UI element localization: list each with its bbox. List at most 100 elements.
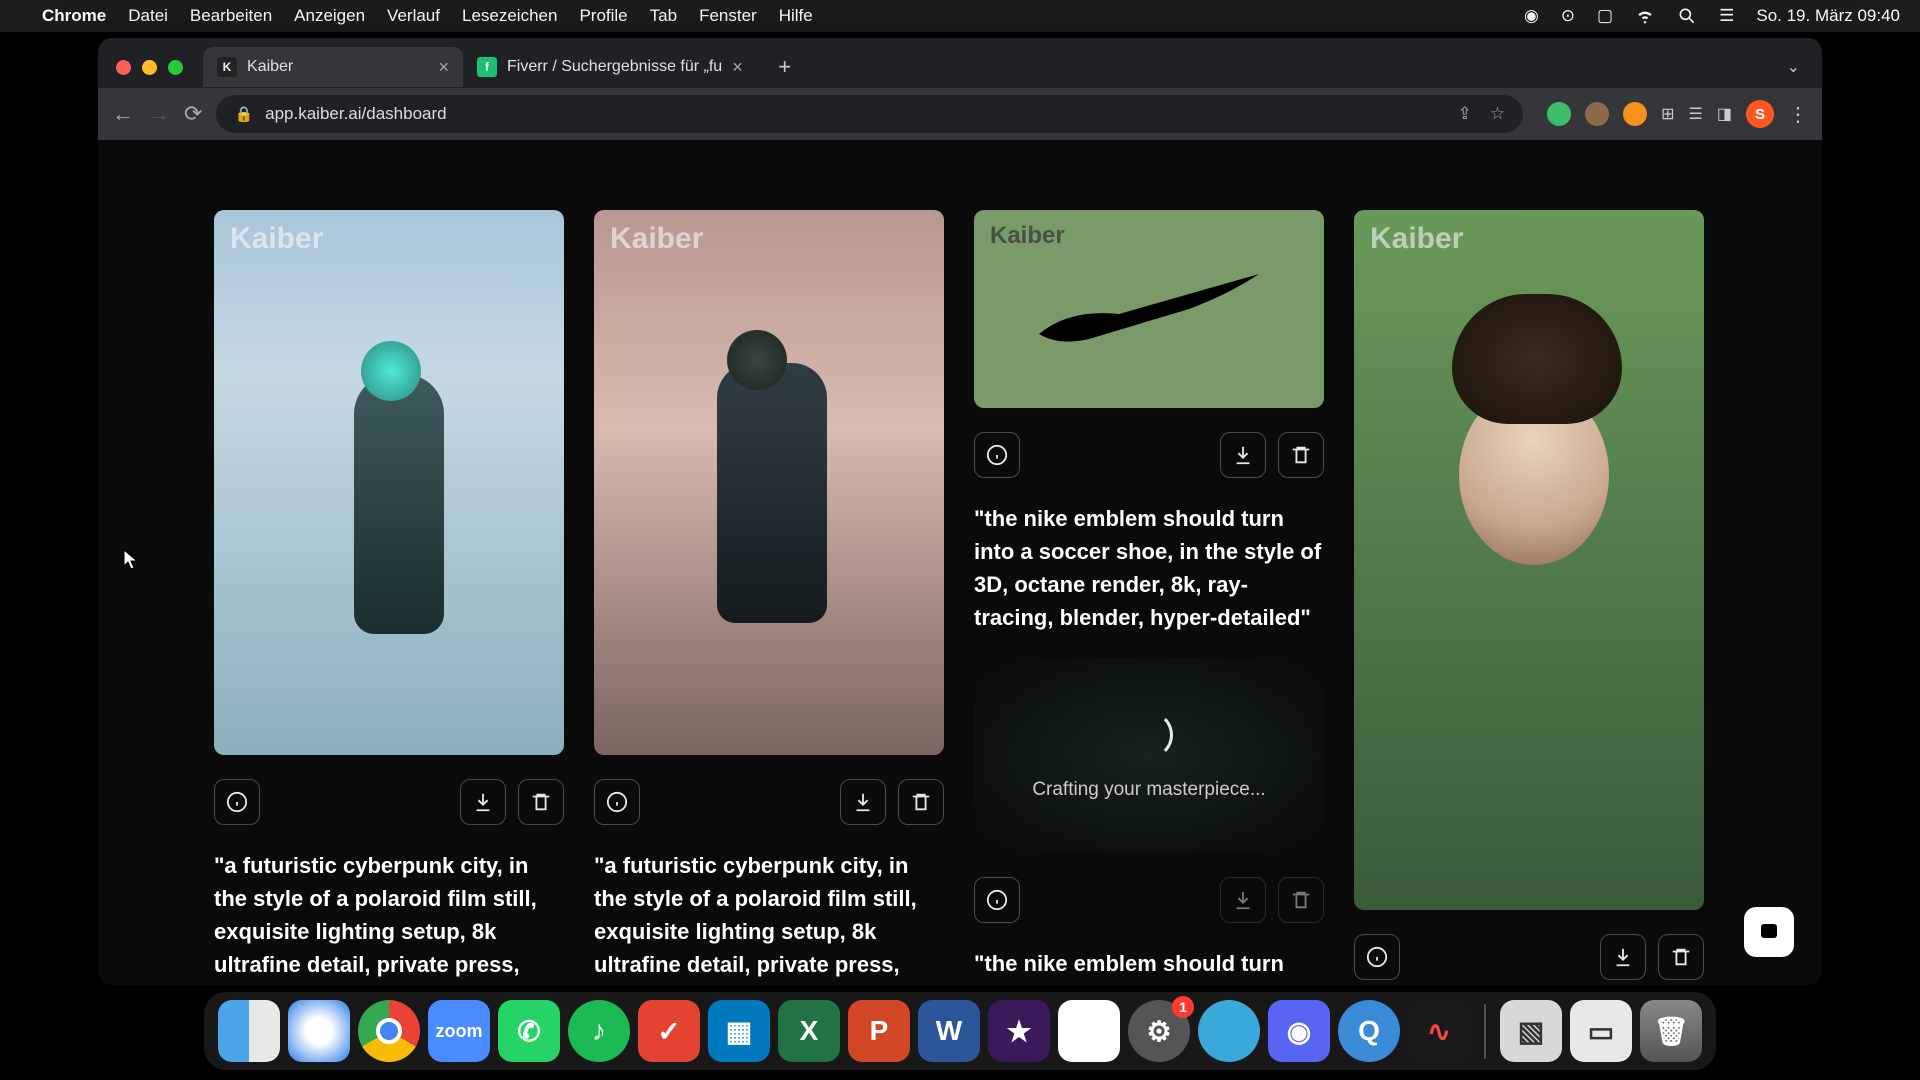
dock-system-settings[interactable]: ⚙1 bbox=[1128, 1000, 1190, 1062]
loading-text: Crafting your masterpiece... bbox=[1032, 779, 1265, 801]
dock-discord[interactable]: ◉ bbox=[1268, 1000, 1330, 1062]
dock-todoist[interactable]: ✓ bbox=[638, 1000, 700, 1062]
dock-whatsapp[interactable]: ✆ bbox=[498, 1000, 560, 1062]
dock-imovie[interactable]: ★ bbox=[988, 1000, 1050, 1062]
dock-finder[interactable] bbox=[218, 1000, 280, 1062]
dock-excel[interactable]: X bbox=[778, 1000, 840, 1062]
menu-verlauf[interactable]: Verlauf bbox=[387, 6, 440, 26]
video-thumbnail[interactable]: Kaiber bbox=[594, 210, 944, 755]
dock-separator bbox=[1484, 1004, 1486, 1059]
bookmark-icon[interactable]: ☆ bbox=[1490, 104, 1505, 124]
delete-button[interactable] bbox=[1278, 877, 1324, 923]
dock-trash[interactable]: 🗑 bbox=[1640, 1000, 1702, 1062]
menu-datei[interactable]: Datei bbox=[128, 6, 168, 26]
tab-kaiber[interactable]: K Kaiber × bbox=[203, 47, 463, 87]
back-button[interactable]: ← bbox=[112, 101, 134, 127]
loading-card: Crafting your masterpiece... bbox=[974, 658, 1324, 853]
card-actions bbox=[1354, 934, 1704, 980]
dock-google-drive[interactable]: ▲ bbox=[1058, 1000, 1120, 1062]
new-tab-button[interactable]: + bbox=[769, 54, 801, 80]
spinner-icon bbox=[1125, 711, 1173, 759]
extension-icon[interactable] bbox=[1547, 102, 1571, 126]
dock-quicktime[interactable]: Q bbox=[1338, 1000, 1400, 1062]
delete-button[interactable] bbox=[898, 779, 944, 825]
record-icon[interactable]: ◉ bbox=[1524, 6, 1539, 26]
extension-icon[interactable] bbox=[1585, 102, 1609, 126]
menu-bearbeiten[interactable]: Bearbeiten bbox=[190, 6, 272, 26]
url-text: app.kaiber.ai/dashboard bbox=[265, 104, 446, 124]
gallery-column: Kaiber "the nike emblem should turn into… bbox=[974, 210, 1324, 985]
dock-spotify[interactable]: ♪ bbox=[568, 1000, 630, 1062]
video-thumbnail[interactable]: Kaiber bbox=[1354, 210, 1704, 910]
delete-button[interactable] bbox=[518, 779, 564, 825]
wifi-icon[interactable] bbox=[1635, 6, 1655, 26]
download-button[interactable] bbox=[460, 779, 506, 825]
lock-icon[interactable]: 🔒 bbox=[234, 105, 253, 123]
download-button[interactable] bbox=[1220, 432, 1266, 478]
minimize-window-button[interactable] bbox=[142, 60, 157, 75]
video-thumbnail[interactable]: Kaiber bbox=[214, 210, 564, 755]
download-button[interactable] bbox=[840, 779, 886, 825]
forward-button[interactable]: → bbox=[148, 101, 170, 127]
card-actions bbox=[974, 432, 1324, 478]
menu-fenster[interactable]: Fenster bbox=[699, 6, 757, 26]
side-panel-icon[interactable]: ◨ bbox=[1717, 104, 1732, 124]
download-button[interactable] bbox=[1220, 877, 1266, 923]
menu-hilfe[interactable]: Hilfe bbox=[779, 6, 813, 26]
gallery-column: Kaiber "a futuristic cyberpunk city, in … bbox=[214, 210, 564, 985]
spotlight-icon[interactable] bbox=[1677, 6, 1697, 26]
updates-icon[interactable]: ⊙ bbox=[1561, 6, 1575, 26]
dock-chrome[interactable] bbox=[358, 1000, 420, 1062]
close-window-button[interactable] bbox=[116, 60, 131, 75]
info-button[interactable] bbox=[1354, 934, 1400, 980]
info-button[interactable] bbox=[594, 779, 640, 825]
dock-zoom[interactable]: zoom bbox=[428, 1000, 490, 1062]
share-icon[interactable]: ⇪ bbox=[1458, 104, 1472, 124]
page-content: Kaiber "a futuristic cyberpunk city, in … bbox=[98, 140, 1822, 985]
kaiber-watermark: Kaiber bbox=[230, 222, 323, 256]
menu-profile[interactable]: Profile bbox=[579, 6, 627, 26]
extension-icon[interactable] bbox=[1623, 102, 1647, 126]
kaiber-watermark: Kaiber bbox=[990, 222, 1065, 250]
kaiber-watermark: Kaiber bbox=[1370, 222, 1463, 256]
control-center-icon[interactable]: ☰ bbox=[1719, 6, 1734, 26]
delete-button[interactable] bbox=[1278, 432, 1324, 478]
dock-safari[interactable] bbox=[288, 1000, 350, 1062]
menu-tab[interactable]: Tab bbox=[650, 6, 677, 26]
gallery-column: Kaiber bbox=[1354, 210, 1704, 985]
address-bar[interactable]: 🔒 app.kaiber.ai/dashboard ⇪ ☆ bbox=[216, 95, 1523, 133]
menu-lesezeichen[interactable]: Lesezeichen bbox=[462, 6, 557, 26]
tab-fiverr[interactable]: f Fiverr / Suchergebnisse für „fu × bbox=[463, 47, 757, 87]
info-button[interactable] bbox=[214, 779, 260, 825]
menubar-clock[interactable]: So. 19. März 09:40 bbox=[1756, 6, 1900, 26]
read-later-icon[interactable]: ☰ bbox=[1689, 104, 1703, 124]
dock-powerpoint[interactable]: P bbox=[848, 1000, 910, 1062]
menubar-app-name[interactable]: Chrome bbox=[42, 6, 106, 26]
chrome-menu-icon[interactable]: ⋮ bbox=[1788, 102, 1808, 127]
close-tab-icon[interactable]: × bbox=[732, 57, 743, 78]
maximize-window-button[interactable] bbox=[168, 60, 183, 75]
info-button[interactable] bbox=[974, 432, 1020, 478]
dock-word[interactable]: W bbox=[918, 1000, 980, 1062]
dock-stickies[interactable]: ▭ bbox=[1570, 1000, 1632, 1062]
delete-button[interactable] bbox=[1658, 934, 1704, 980]
profile-button[interactable]: S bbox=[1746, 100, 1774, 128]
macos-dock: zoom ✆ ♪ ✓ ▦ X P W ★ ▲ ⚙1 ◉ Q ∿ ▧ ▭ 🗑 bbox=[204, 992, 1716, 1070]
chrome-toolbar: ← → ⟳ 🔒 app.kaiber.ai/dashboard ⇪ ☆ ⊞ ☰ … bbox=[98, 88, 1822, 140]
download-button[interactable] bbox=[1600, 934, 1646, 980]
tabs-dropdown-icon[interactable]: ⌄ bbox=[1787, 57, 1800, 77]
menu-anzeigen[interactable]: Anzeigen bbox=[294, 6, 365, 26]
dock-trello[interactable]: ▦ bbox=[708, 1000, 770, 1062]
battery-icon[interactable]: ▢ bbox=[1597, 6, 1613, 26]
dock-app[interactable] bbox=[1198, 1000, 1260, 1062]
video-thumbnail[interactable]: Kaiber bbox=[974, 210, 1324, 408]
macos-menubar: Chrome Datei Bearbeiten Anzeigen Verlauf… bbox=[0, 0, 1920, 32]
dock-preview[interactable]: ▧ bbox=[1500, 1000, 1562, 1062]
extensions-puzzle-icon[interactable]: ⊞ bbox=[1661, 104, 1674, 124]
close-tab-icon[interactable]: × bbox=[438, 57, 449, 78]
dock-audio-app[interactable]: ∿ bbox=[1408, 1000, 1470, 1062]
chrome-window: K Kaiber × f Fiverr / Suchergebnisse für… bbox=[98, 38, 1822, 985]
intercom-chat-button[interactable] bbox=[1744, 907, 1794, 957]
info-button[interactable] bbox=[974, 877, 1020, 923]
reload-button[interactable]: ⟳ bbox=[184, 101, 202, 127]
